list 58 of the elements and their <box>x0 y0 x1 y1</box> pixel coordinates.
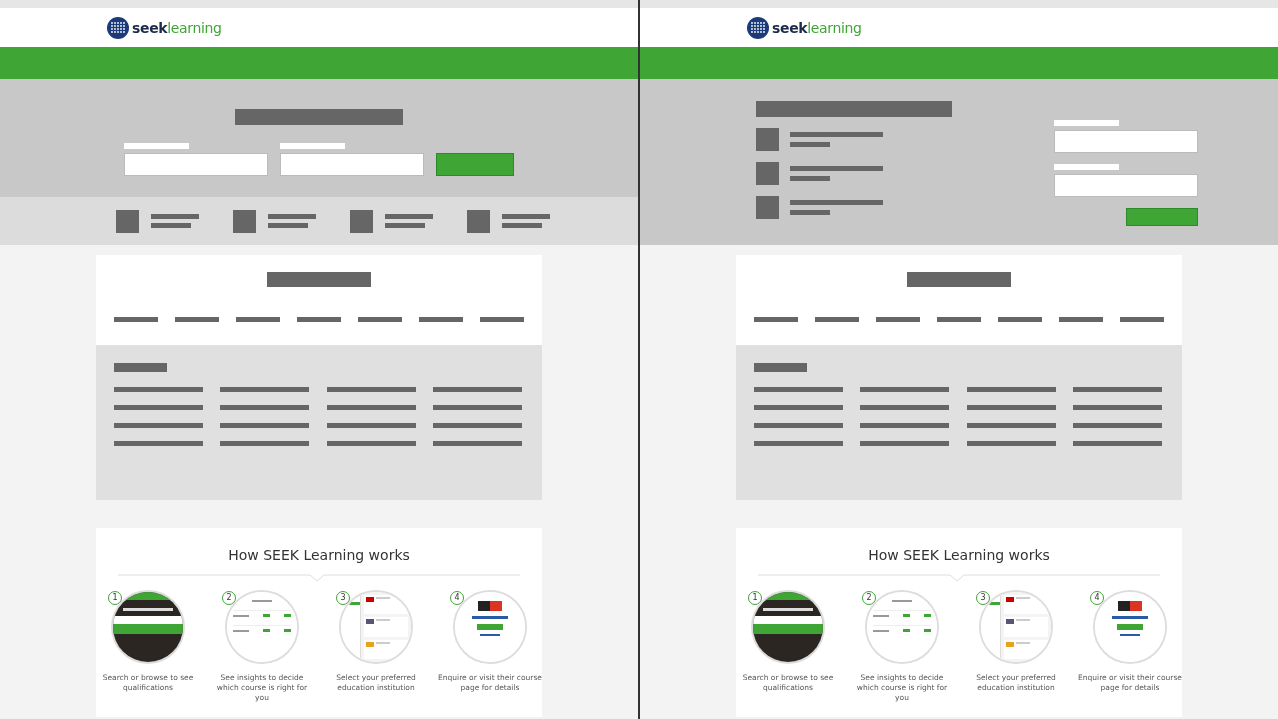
placeholder-bar <box>151 214 199 219</box>
section-title: How SEEK Learning works <box>868 548 1050 562</box>
placeholder-bar <box>268 214 316 219</box>
placeholder-bar <box>175 317 219 322</box>
step-number: 2 <box>222 591 236 605</box>
placeholder-bar <box>1059 317 1103 322</box>
placeholder-bar <box>790 210 830 215</box>
feature-icon <box>756 196 779 219</box>
input-field[interactable] <box>280 153 424 176</box>
search-button[interactable] <box>436 153 514 176</box>
placeholder-bar <box>937 317 981 322</box>
placeholder-bar <box>502 214 550 219</box>
placeholder-bar <box>876 317 920 322</box>
feature-icon <box>116 209 139 233</box>
heading-placeholder <box>114 363 167 372</box>
placeholder-bar <box>385 214 433 219</box>
field-label-placeholder <box>1054 164 1119 170</box>
step-number: 3 <box>336 591 350 605</box>
feature-icon <box>756 162 779 185</box>
placeholder-bar <box>358 317 402 322</box>
input-field[interactable] <box>124 153 268 176</box>
input-field[interactable] <box>1054 174 1198 197</box>
step-number: 1 <box>108 591 122 605</box>
placeholder-bar <box>480 317 524 322</box>
placeholder-bar <box>268 223 308 228</box>
field-label-placeholder <box>124 143 189 149</box>
placeholder-bar <box>114 317 158 322</box>
heading-placeholder <box>754 363 807 372</box>
section-title: How SEEK Learning works <box>228 548 410 562</box>
placeholder-bar <box>419 317 463 322</box>
placeholder-bar <box>790 142 830 147</box>
feature-icon <box>350 209 373 233</box>
step-number: 1 <box>748 591 762 605</box>
feature-icon <box>233 209 256 233</box>
placeholder-bar <box>754 317 798 322</box>
placeholder-bar <box>815 317 859 322</box>
logo-text[interactable]: seeklearning <box>772 20 862 35</box>
globe-icon <box>747 16 769 39</box>
field-label-placeholder <box>1054 120 1119 126</box>
feature-icon <box>756 128 779 151</box>
step-number: 4 <box>450 591 464 605</box>
placeholder-bar <box>790 176 830 181</box>
field-label-placeholder <box>280 143 345 149</box>
logo-text[interactable]: seeklearning <box>132 20 222 35</box>
step-number: 2 <box>862 591 876 605</box>
feature-icon <box>467 209 490 233</box>
step-number: 3 <box>976 591 990 605</box>
globe-icon <box>107 16 129 39</box>
submit-button[interactable] <box>1126 208 1198 226</box>
placeholder-bar <box>502 223 542 228</box>
placeholder-bar <box>297 317 341 322</box>
placeholder-bar <box>998 317 1042 322</box>
placeholder-bar <box>385 223 425 228</box>
input-field[interactable] <box>1054 130 1198 153</box>
step-number: 4 <box>1090 591 1104 605</box>
placeholder-bar <box>151 223 191 228</box>
placeholder-bar <box>1120 317 1164 322</box>
placeholder-bar <box>236 317 280 322</box>
